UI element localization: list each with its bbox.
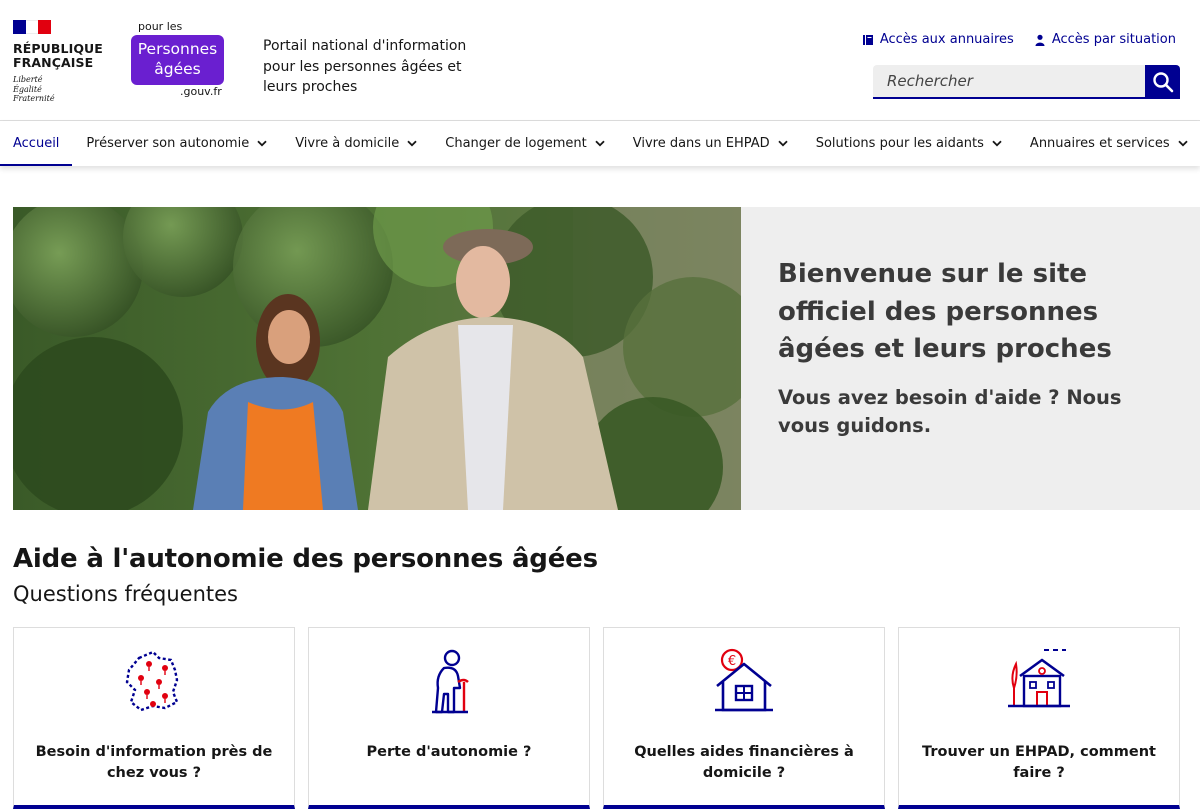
- logo-domain: .gouv.fr: [180, 85, 222, 98]
- nav-list: Accueil Préserver son autonomie Vivre à …: [0, 121, 1200, 166]
- nav-item-label: Vivre dans un EHPAD: [632, 136, 770, 151]
- card-label: Quelles aides financières à domicile ?: [634, 744, 854, 781]
- motto-liberte: Liberté: [13, 75, 43, 84]
- chevron-down-icon: [257, 140, 267, 147]
- nav-item-accueil[interactable]: Accueil: [0, 121, 73, 166]
- chevron-down-icon: [992, 140, 1002, 147]
- republic-motto: Liberté Égalité Fraternité: [13, 75, 113, 104]
- nav-item-preserver-autonomie[interactable]: Préserver son autonomie: [72, 121, 281, 166]
- nav-item-label: Changer de logement: [445, 136, 587, 151]
- card-label: Trouver un EHPAD, comment faire ?: [922, 744, 1156, 781]
- search-button[interactable]: [1145, 65, 1180, 99]
- chevron-down-icon: [778, 140, 788, 147]
- logo-line2: âgées: [154, 60, 201, 78]
- section-subtitle: Questions fréquentes: [13, 582, 238, 606]
- logo-badge: Personnes âgées: [131, 35, 224, 85]
- hero-photo-illustration: [13, 207, 741, 510]
- access-situation-link[interactable]: Accès par situation: [1034, 32, 1176, 47]
- chevron-down-icon: [407, 140, 417, 147]
- republique-francaise-logo[interactable]: RÉPUBLIQUE FRANÇAISE Liberté Égalité Fra…: [13, 20, 113, 104]
- logo-pour-les: pour les: [138, 20, 183, 33]
- republic-name: RÉPUBLIQUE FRANÇAISE: [13, 41, 103, 70]
- nav-item-annuaires-services[interactable]: Annuaires et services: [1016, 121, 1200, 166]
- hero-photo: [13, 207, 741, 510]
- book-icon: [862, 34, 873, 45]
- nav-item-vivre-domicile[interactable]: Vivre à domicile: [281, 121, 431, 166]
- chevron-down-icon: [595, 140, 605, 147]
- nav-item-vivre-ehpad[interactable]: Vivre dans un EHPAD: [619, 121, 802, 166]
- hero-subtitle: Vous avez besoin d'aide ? Nous vous guid…: [778, 386, 1122, 437]
- logo-line1: Personnes: [137, 40, 218, 58]
- motto-egalite: Égalité: [13, 84, 42, 94]
- card-aides-financieres[interactable]: € Quelles aides financières à domicile ?: [603, 627, 885, 809]
- user-icon: [1035, 34, 1045, 46]
- card-trouver-ehpad[interactable]: Trouver un EHPAD, comment faire ?: [898, 627, 1180, 809]
- chevron-down-icon: [1178, 140, 1188, 147]
- elderly-person-cane-icon: [432, 649, 469, 714]
- card-information-proximite[interactable]: Besoin d'information près de chez vous ?: [13, 627, 295, 809]
- nav-item-solutions-aidants[interactable]: Solutions pour les aidants: [802, 121, 1016, 166]
- quick-access-links: Accès aux annuaires Accès par situation: [862, 32, 1176, 47]
- main-navigation: Accueil Préserver son autonomie Vivre à …: [0, 121, 1200, 166]
- search-input[interactable]: [873, 65, 1145, 99]
- card-label: Perte d'autonomie ?: [366, 744, 532, 760]
- access-annuaires-label: Accès aux annuaires: [879, 32, 1014, 47]
- access-annuaires-link[interactable]: Accès aux annuaires: [862, 32, 1014, 47]
- motto-fraternite: Fraternité: [13, 94, 55, 103]
- hero-panel: Bienvenue sur le site officiel des perso…: [741, 207, 1200, 510]
- house-euro-icon: €: [715, 648, 773, 712]
- residence-building-icon: [1008, 649, 1070, 708]
- france-map-icon: [125, 650, 179, 712]
- hero-title: Bienvenue sur le site officiel des perso…: [778, 259, 1112, 364]
- nav-item-label: Solutions pour les aidants: [815, 136, 984, 151]
- nav-item-changer-logement[interactable]: Changer de logement: [431, 121, 618, 166]
- nav-item-label: Accueil: [13, 136, 60, 151]
- section-title: Aide à l'autonomie des personnes âgées: [13, 544, 598, 574]
- svg-text:€: €: [728, 654, 736, 669]
- faq-cards: Besoin d'information près de chez vous ?…: [13, 627, 1180, 809]
- nav-item-label: Vivre à domicile: [295, 136, 400, 151]
- french-flag-icon: [13, 20, 52, 34]
- access-situation-label: Accès par situation: [1051, 32, 1176, 47]
- site-tagline: Portail national d'information pour les …: [263, 38, 467, 95]
- search-bar: [873, 65, 1180, 99]
- card-perte-autonomie[interactable]: Perte d'autonomie ?: [308, 627, 590, 809]
- nav-item-label: Annuaires et services: [1029, 136, 1170, 151]
- nav-item-label: Préserver son autonomie: [86, 136, 250, 151]
- site-header: RÉPUBLIQUE FRANÇAISE Liberté Égalité Fra…: [0, 0, 1200, 121]
- card-label: Besoin d'information près de chez vous ?: [35, 744, 273, 781]
- search-icon: [1152, 72, 1173, 93]
